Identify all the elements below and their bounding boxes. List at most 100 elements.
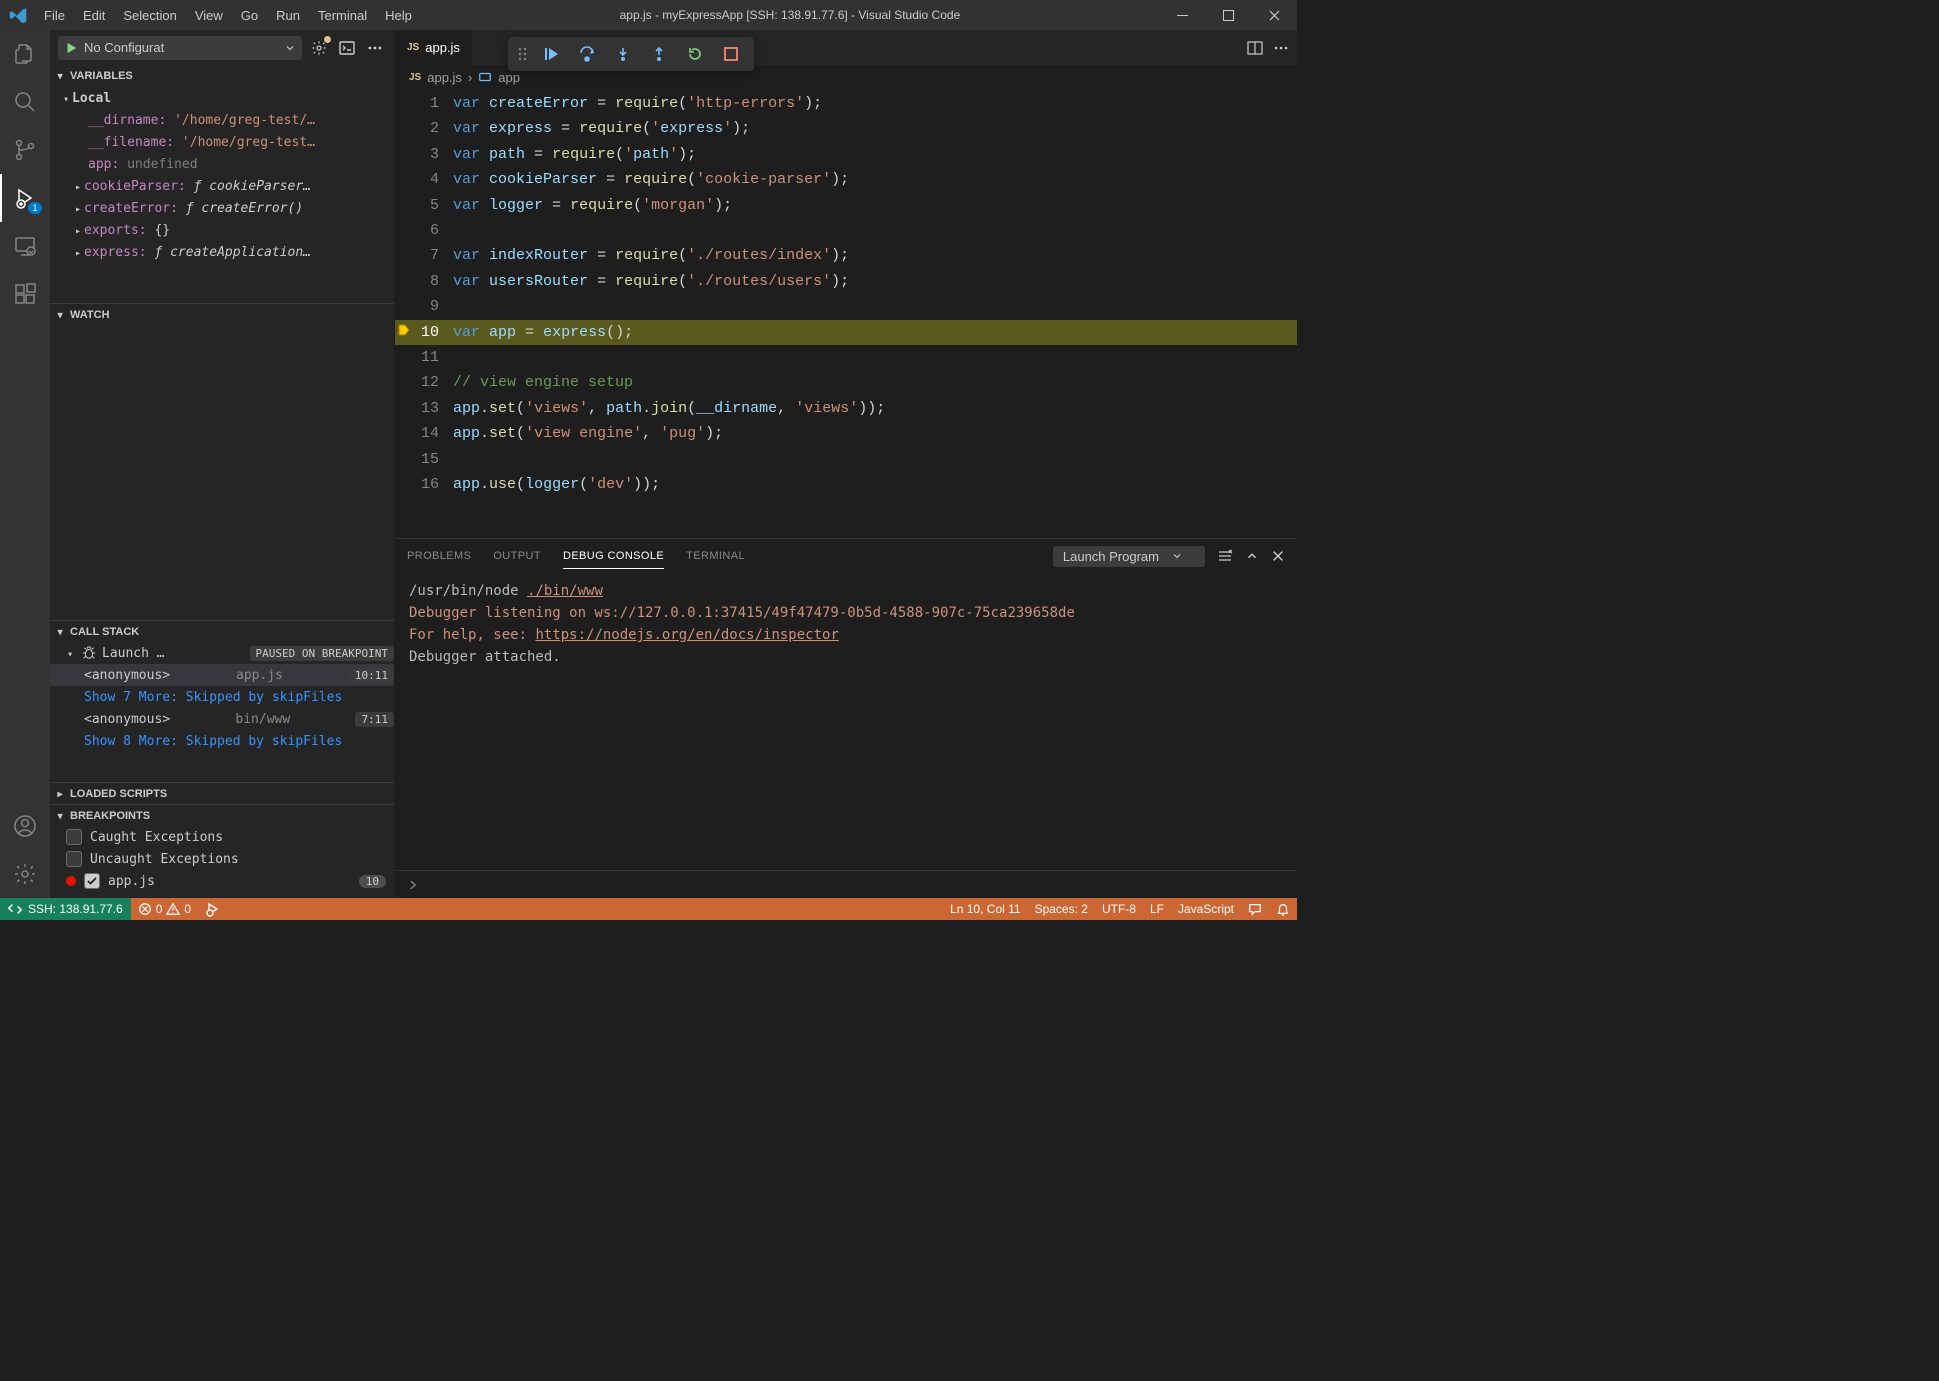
restart-button[interactable] (678, 39, 712, 69)
variable-symbol-icon (478, 70, 492, 84)
encoding-status[interactable]: UTF-8 (1095, 898, 1143, 920)
stack-frame[interactable]: <anonymous> app.js 10:11 (50, 664, 394, 686)
menubar: File Edit Selection View Go Run Terminal… (35, 0, 421, 30)
indentation-status[interactable]: Spaces: 2 (1028, 898, 1095, 920)
menu-help[interactable]: Help (376, 0, 421, 30)
language-status[interactable]: JavaScript (1171, 898, 1241, 920)
console-link[interactable]: https://nodejs.org/en/docs/inspector (535, 627, 838, 643)
tab-problems[interactable]: Problems (407, 544, 471, 569)
breakpoints-title: Breakpoints (70, 810, 150, 822)
watch-section[interactable]: Watch (50, 303, 394, 325)
explorer-icon[interactable] (0, 30, 50, 78)
skipped-link[interactable]: Show 8 More: Skipped by skipFiles (84, 734, 342, 749)
grip-icon[interactable] (514, 46, 532, 62)
var-name: __filename: (88, 135, 174, 150)
checkbox-unchecked[interactable] (66, 829, 82, 845)
source-control-icon[interactable] (0, 126, 50, 174)
breakpoints-section[interactable]: Breakpoints (50, 804, 394, 826)
debug-config-select[interactable]: No Configurat (58, 36, 302, 60)
chevron-down-icon (64, 646, 76, 661)
breakpoint-caught[interactable]: Caught Exceptions (50, 826, 394, 848)
cursor-position[interactable]: Ln 10, Col 11 (943, 898, 1028, 920)
split-editor-icon[interactable] (1247, 40, 1263, 56)
console-link[interactable]: ./bin/www (527, 583, 603, 599)
step-out-button[interactable] (642, 39, 676, 69)
session-state: PAUSED ON BREAKPOINT (250, 646, 394, 661)
vscode-logo-icon (0, 6, 35, 24)
variable-row[interactable]: __dirname: '/home/greg-test/… (50, 109, 394, 131)
checkbox-checked[interactable] (84, 873, 100, 889)
remote-explorer-icon[interactable] (0, 222, 50, 270)
remote-label: SSH: 138.91.77.6 (28, 902, 123, 916)
variable-row[interactable]: exports: {} (50, 219, 394, 241)
close-button[interactable] (1251, 0, 1297, 30)
accounts-icon[interactable] (0, 802, 50, 850)
code-editor[interactable]: 123456789 10111213141516 var createError… (395, 89, 1297, 538)
window-title: app.js - myExpressApp [SSH: 138.91.77.6]… (421, 8, 1159, 22)
scope-local[interactable]: Local (50, 87, 394, 109)
configure-gear-icon[interactable] (308, 37, 330, 59)
menu-selection[interactable]: Selection (114, 0, 185, 30)
tab-debug-console[interactable]: Debug Console (563, 544, 664, 569)
var-name: __dirname: (88, 113, 166, 128)
bp-label: Uncaught Exceptions (90, 852, 239, 867)
minimize-button[interactable] (1159, 0, 1205, 30)
variable-row[interactable]: cookieParser: ƒ cookieParser… (50, 175, 394, 197)
feedback-icon[interactable] (1241, 898, 1269, 920)
step-into-button[interactable] (606, 39, 640, 69)
launch-select[interactable]: Launch Program (1053, 546, 1205, 567)
skipped-link[interactable]: Show 7 More: Skipped by skipFiles (84, 690, 342, 705)
callstack-section[interactable]: Call Stack (50, 620, 394, 642)
checkbox-unchecked[interactable] (66, 851, 82, 867)
stack-skipped[interactable]: Show 8 More: Skipped by skipFiles (50, 730, 394, 752)
panel-maximize-icon[interactable] (1245, 549, 1259, 563)
stop-button[interactable] (714, 39, 748, 69)
panel-close-icon[interactable] (1271, 549, 1285, 563)
stack-frame[interactable]: <anonymous> bin/www 7:11 (50, 708, 394, 730)
variables-section[interactable]: Variables (50, 65, 394, 87)
search-icon[interactable] (0, 78, 50, 126)
chevron-right-icon (54, 788, 66, 800)
chevron-right-icon (72, 179, 84, 194)
variable-row[interactable]: createError: ƒ createError() (50, 197, 394, 219)
activity-bar: 1 (0, 30, 50, 898)
breakpoint-dot-icon (66, 876, 76, 886)
variable-row[interactable]: app: undefined (50, 153, 394, 175)
menu-edit[interactable]: Edit (74, 0, 114, 30)
breakpoint-file[interactable]: app.js 10 (50, 870, 394, 892)
maximize-button[interactable] (1205, 0, 1251, 30)
chevron-down-icon (54, 70, 66, 82)
loaded-scripts-section[interactable]: Loaded Scripts (50, 782, 394, 804)
clear-console-icon[interactable] (1217, 548, 1233, 564)
notifications-icon[interactable] (1269, 898, 1297, 920)
menu-view[interactable]: View (186, 0, 232, 30)
debug-console-input[interactable] (395, 870, 1297, 898)
debug-console-icon[interactable] (336, 37, 358, 59)
callstack-session[interactable]: Launch … PAUSED ON BREAKPOINT (50, 642, 394, 664)
run-debug-icon[interactable]: 1 (0, 174, 50, 222)
continue-button[interactable] (534, 39, 568, 69)
debug-console-output[interactable]: /usr/bin/node ./bin/www Debugger listeni… (395, 574, 1297, 870)
menu-go[interactable]: Go (232, 0, 267, 30)
remote-indicator[interactable]: SSH: 138.91.77.6 (0, 898, 131, 920)
more-icon[interactable] (364, 37, 386, 59)
variable-row[interactable]: express: ƒ createApplication… (50, 241, 394, 263)
tab-terminal[interactable]: Terminal (686, 544, 745, 569)
extensions-icon[interactable] (0, 270, 50, 318)
tab-output[interactable]: Output (493, 544, 541, 569)
problems-status[interactable]: 0 0 (131, 898, 198, 920)
settings-gear-icon[interactable] (0, 850, 50, 898)
breakpoint-uncaught[interactable]: Uncaught Exceptions (50, 848, 394, 870)
step-over-button[interactable] (570, 39, 604, 69)
menu-run[interactable]: Run (267, 0, 309, 30)
tab-appjs[interactable]: JS app.js (395, 30, 473, 65)
code-body[interactable]: var createError = require('http-errors')… (453, 89, 1297, 538)
menu-file[interactable]: File (35, 0, 74, 30)
stack-skipped[interactable]: Show 7 More: Skipped by skipFiles (50, 686, 394, 708)
variable-row[interactable]: __filename: '/home/greg-test… (50, 131, 394, 153)
more-icon[interactable] (1273, 40, 1289, 56)
eol-status[interactable]: LF (1143, 898, 1171, 920)
debug-toolbar[interactable] (508, 37, 754, 71)
debug-status-icon[interactable] (198, 898, 228, 920)
menu-terminal[interactable]: Terminal (309, 0, 376, 30)
